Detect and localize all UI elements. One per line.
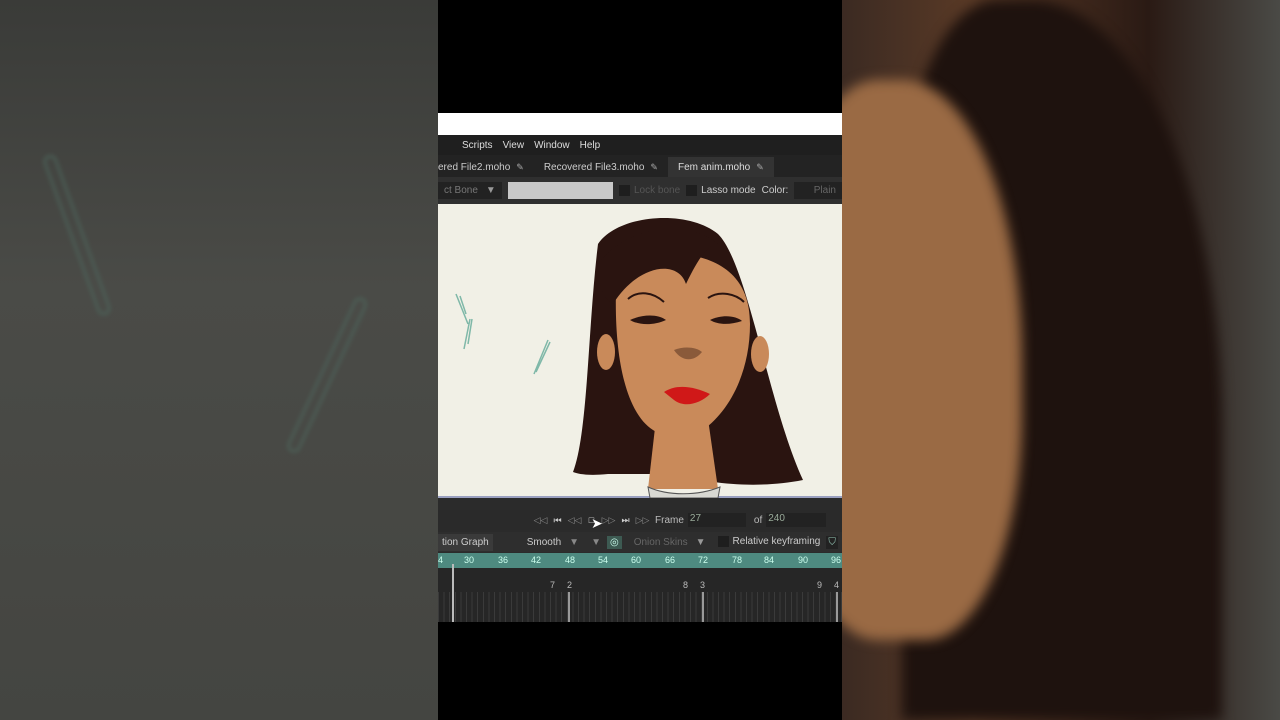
ruler-tick: 90	[798, 555, 809, 565]
menu-window[interactable]: Window	[534, 140, 570, 151]
motion-graph-button[interactable]: tion Graph	[438, 533, 493, 551]
pen-icon: ✎	[516, 161, 524, 172]
keyframe-label: 7	[550, 580, 556, 590]
frame-label: Frame	[655, 514, 684, 526]
checkbox[interactable]	[686, 184, 698, 196]
keyframe-label: 8	[683, 580, 689, 590]
fast-forward-icon[interactable]: ▷▷	[634, 515, 651, 526]
onion-label: Onion Skins	[633, 536, 688, 548]
video-frame: Scripts View Window Help ered File2.moho…	[438, 0, 842, 720]
checkbox[interactable]	[717, 536, 729, 548]
onion-skins-dropdown[interactable]: Onion Skins ▼	[627, 533, 712, 551]
keyframe-marker[interactable]	[568, 592, 570, 622]
ruler-tick: 4	[438, 555, 444, 565]
color-value: Plain	[813, 185, 836, 196]
stray-strokes	[455, 293, 551, 375]
ruler-tick: 48	[565, 555, 576, 565]
lock-bone-checkbox[interactable]: Lock bone	[618, 184, 681, 197]
keyframe-label: 3	[700, 580, 706, 590]
name-field[interactable]	[507, 182, 613, 199]
ear-left	[597, 334, 615, 370]
rewind-icon[interactable]: ◁◁	[532, 515, 549, 526]
drawing-canvas[interactable]	[438, 204, 842, 499]
document-tabs: ered File2.moho ✎ Recovered File3.moho ✎ F…	[438, 155, 842, 177]
of-label: of	[753, 514, 763, 526]
blurred-stroke	[41, 152, 113, 318]
ruler-tick: 60	[631, 555, 642, 565]
tab-label: Recovered File3.moho	[543, 161, 645, 173]
ruler-tick: 72	[698, 555, 709, 565]
keyframe-label: 4	[834, 580, 840, 590]
ruler-tick: 66	[665, 555, 676, 565]
ruler-tick: 36	[498, 555, 509, 565]
timeline-options-bar: tion Graph Smooth ▼ ▼ ◎ Onion Skins ▼ Rela…	[438, 532, 842, 552]
keyframe-marker[interactable]	[702, 592, 704, 622]
relative-keyframing-checkbox[interactable]: Relative keyframing	[717, 536, 821, 548]
character-artwork	[455, 217, 803, 499]
chevron-down-icon[interactable]: ▼	[591, 537, 601, 548]
chevron-down-icon: ▼	[569, 536, 580, 548]
color-label: Color:	[761, 185, 789, 196]
blurred-background-left	[0, 0, 438, 720]
menu-scripts[interactable]: Scripts	[462, 140, 493, 151]
blurred-stroke	[284, 295, 370, 455]
frame-input[interactable]: 27	[687, 513, 746, 527]
ruler-tick: 30	[464, 555, 475, 565]
blurred-background-right	[842, 0, 1280, 720]
tool-options-bar: ct Bone ▼ Lock bone Lasso mode Color: Pla…	[438, 177, 842, 204]
relative-keyframing-label: Relative keyframing	[732, 536, 821, 548]
playback-controls: ◁◁ ⏮ ◁◁ □ ▷▷ ⏭ ▷▷ Frame 27 of 240	[438, 510, 842, 530]
tab-label: ered File2.moho	[438, 161, 511, 173]
color-dropdown[interactable]: Plain	[794, 182, 842, 199]
pen-icon: ✎	[756, 161, 764, 172]
tab-label: Fem anim.moho	[677, 161, 751, 173]
keyframe-marker[interactable]	[836, 592, 838, 622]
menu-bar: Scripts View Window Help	[438, 135, 842, 155]
menu-help[interactable]: Help	[580, 140, 601, 151]
mouse-cursor-icon: ➤	[591, 515, 603, 531]
first-frame-icon[interactable]: ⏮	[549, 515, 566, 526]
chevron-down-icon: ▼	[485, 185, 496, 196]
keyframe-label: 9	[817, 580, 823, 590]
moho-app-window: Scripts View Window Help ered File2.moho…	[438, 135, 842, 622]
interpolation-dropdown[interactable]: Smooth ▼	[520, 533, 586, 551]
bone-select-dropdown[interactable]: ct Bone ▼	[438, 182, 502, 199]
menu-view[interactable]: View	[503, 140, 525, 151]
ruler-tick: 96	[831, 555, 842, 565]
timeline-track[interactable]: 7 2 8 3 9 4	[438, 564, 842, 622]
ear-right	[751, 336, 769, 372]
checkbox[interactable]	[618, 184, 630, 196]
total-frames-input[interactable]: 240	[766, 513, 827, 527]
ruler-tick: 84	[764, 555, 775, 565]
ruler-tick: 78	[732, 555, 743, 565]
pen-icon: ✎	[650, 161, 658, 172]
timeline-ruler[interactable]: 4 30 36 42 48 54 60 66 72 78 84 90 96	[438, 553, 842, 568]
onion-toggle-icon[interactable]: ◎	[606, 535, 622, 549]
tab-file3[interactable]: Recovered File3.moho ✎	[534, 157, 668, 177]
lasso-mode-label: Lasso mode	[701, 185, 756, 197]
step-back-icon[interactable]: ◁◁	[566, 515, 583, 526]
dropdown-label: ct Bone	[444, 185, 478, 196]
lasso-mode-checkbox[interactable]: Lasso mode	[686, 184, 756, 197]
tab-fem-anim[interactable]: Fem anim.moho ✎	[667, 157, 774, 177]
interp-label: Smooth	[526, 536, 562, 548]
ruler-tick: 42	[531, 555, 542, 565]
playhead[interactable]	[452, 564, 454, 622]
lock-bone-label: Lock bone	[633, 185, 681, 197]
keyframe-label: 2	[567, 580, 573, 590]
shield-icon[interactable]: ⛉	[826, 535, 838, 549]
chevron-down-icon: ▼	[695, 536, 706, 548]
tab-file2[interactable]: ered File2.moho ✎	[438, 157, 534, 177]
ruler-tick: 54	[598, 555, 609, 565]
last-frame-icon[interactable]: ⏭	[617, 515, 634, 526]
white-strip	[438, 113, 842, 135]
